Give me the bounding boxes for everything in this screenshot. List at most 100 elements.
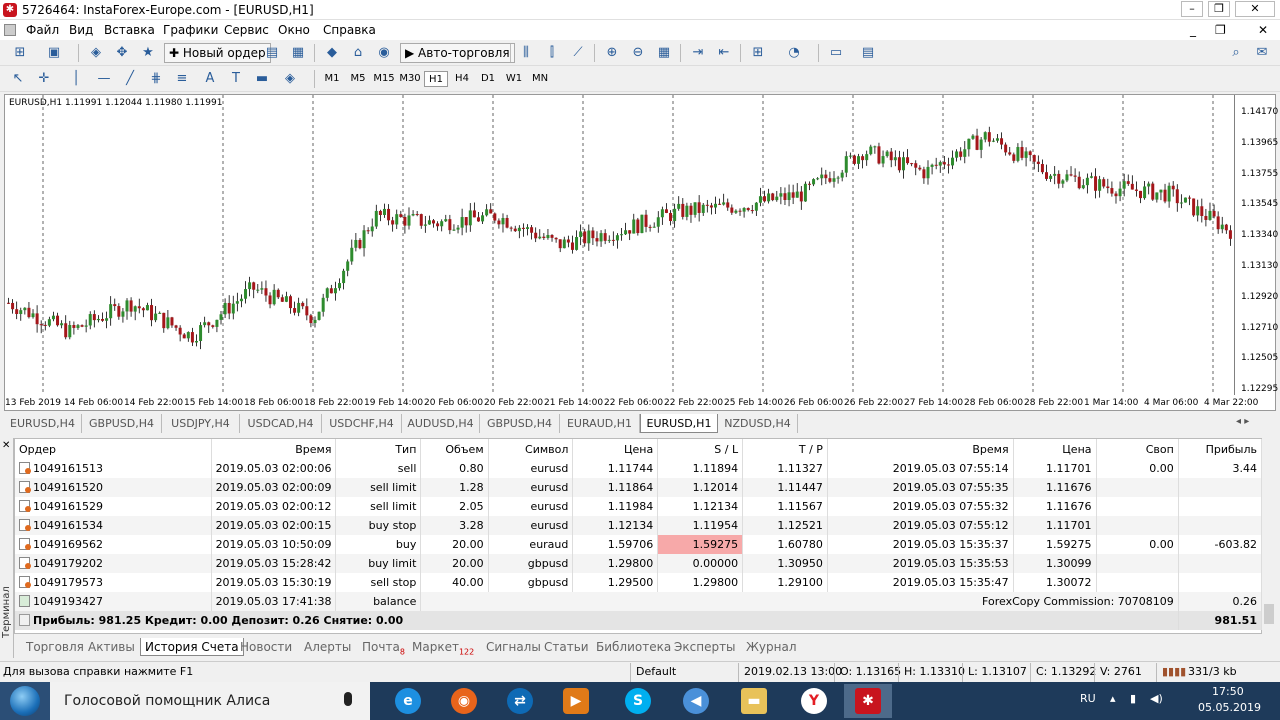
- crosshair-icon[interactable]: ✛: [34, 70, 54, 88]
- chart-tab[interactable]: EURUSD,H4: [4, 414, 82, 433]
- table-row[interactable]: 1049161534 2019.05.03 02:00:15 buy stop 3.2…: [15, 516, 1263, 535]
- column-header[interactable]: Время: [827, 439, 1014, 459]
- column-header[interactable]: Объем: [420, 439, 489, 459]
- tf-h4[interactable]: H4: [450, 71, 474, 87]
- terminal-tab[interactable]: Торговля: [22, 638, 88, 656]
- yandex-browser-taskbar-icon[interactable]: Y: [790, 684, 838, 718]
- table-row[interactable]: 1049161529 2019.05.03 02:00:12 sell limit 2…: [15, 497, 1263, 516]
- network-icon[interactable]: ▮: [1130, 692, 1136, 705]
- voice-assistant-search[interactable]: Голосовой помощник Алиса: [50, 682, 370, 720]
- vertical-line-icon[interactable]: │: [66, 70, 86, 88]
- terminal-tab[interactable]: Библиотека: [592, 638, 675, 656]
- menu-charts[interactable]: Графики: [163, 23, 218, 37]
- new-order-button[interactable]: ✚ Новый ордер: [164, 43, 271, 63]
- column-header[interactable]: Тип: [335, 439, 422, 459]
- ie-taskbar-icon[interactable]: e: [384, 684, 432, 718]
- table-row[interactable]: 1049161520 2019.05.03 02:00:09 sell limit 1…: [15, 478, 1263, 497]
- trendline-icon[interactable]: ╱: [120, 70, 140, 88]
- fibonacci-icon[interactable]: ≡: [172, 70, 192, 88]
- chart-window-icon[interactable]: [4, 24, 16, 36]
- bar-chart-icon[interactable]: ⫼: [516, 44, 536, 62]
- tf-m30[interactable]: M30: [398, 71, 422, 87]
- terminal-tab[interactable]: Статьи: [540, 638, 593, 656]
- terminal-tab[interactable]: Маркет122: [408, 638, 478, 656]
- search-icon[interactable]: ⌕: [1226, 44, 1246, 62]
- minimize-doc-button[interactable]: _: [1190, 23, 1196, 37]
- vertical-scrollbar[interactable]: [1262, 438, 1276, 634]
- zoom-in-icon[interactable]: ⊕: [602, 44, 622, 62]
- tf-mn[interactable]: MN: [528, 71, 552, 87]
- new-chart-icon[interactable]: ⊞: [10, 44, 30, 62]
- tile-windows-icon[interactable]: ▦: [654, 44, 674, 62]
- close-doc-button[interactable]: ✕: [1258, 23, 1268, 37]
- rectangle-icon[interactable]: ▬: [252, 70, 272, 88]
- close-button[interactable]: ✕: [1235, 1, 1275, 17]
- menu-insert[interactable]: Вставка: [104, 23, 155, 37]
- tf-m5[interactable]: M5: [346, 71, 370, 87]
- chart-tab[interactable]: EURAUD,H1: [560, 414, 640, 433]
- metatrader-taskbar-icon[interactable]: ✱: [844, 684, 892, 718]
- chart-tab[interactable]: NZDUSD,H4: [718, 414, 798, 433]
- tabs-scroll-arrows[interactable]: ◂ ▸: [1236, 416, 1249, 427]
- terminal-tab[interactable]: Сигналы: [482, 638, 545, 656]
- candlestick-icon[interactable]: ⫿: [542, 44, 562, 62]
- tf-m15[interactable]: M15: [372, 71, 396, 87]
- menu-window[interactable]: Окно: [278, 23, 310, 37]
- autoscroll-icon[interactable]: ⇥: [688, 44, 708, 62]
- terminal-tab[interactable]: Эксперты: [670, 638, 740, 656]
- language-indicator[interactable]: RU: [1080, 692, 1096, 705]
- terminal-tab[interactable]: Новости: [236, 638, 296, 656]
- terminal-tab[interactable]: Алерты: [300, 638, 355, 656]
- tf-m1[interactable]: M1: [320, 71, 344, 87]
- firefox-taskbar-icon[interactable]: ◉: [440, 684, 488, 718]
- column-header[interactable]: T / P: [742, 439, 828, 459]
- price-chart[interactable]: EURUSD,H1 1.11991 1.12044 1.11980 1.1199…: [4, 94, 1278, 411]
- tf-h1[interactable]: H1: [424, 71, 448, 87]
- cursor-icon[interactable]: ↖: [8, 70, 28, 88]
- chart-tab[interactable]: USDCAD,H4: [240, 414, 322, 433]
- metaeditor-icon[interactable]: ▤: [262, 44, 282, 62]
- periods-icon[interactable]: ◔: [784, 44, 804, 62]
- zoom-out-icon[interactable]: ⊖: [628, 44, 648, 62]
- minimize-button[interactable]: –: [1181, 1, 1203, 17]
- chart-tab[interactable]: GBPUSD,H4: [82, 414, 162, 433]
- sound-taskbar-icon[interactable]: ◀: [672, 684, 720, 718]
- column-header[interactable]: Цена: [572, 439, 659, 459]
- label-icon[interactable]: T: [226, 70, 246, 88]
- shapes-icon[interactable]: ◈: [280, 70, 300, 88]
- terminal-tab[interactable]: Активы: [84, 638, 139, 656]
- text-icon[interactable]: A: [200, 70, 220, 88]
- navigator-icon[interactable]: ✥: [112, 44, 132, 62]
- column-header[interactable]: Прибыль: [1178, 439, 1263, 459]
- terminal-tab[interactable]: Журнал: [742, 638, 801, 656]
- chart-tab[interactable]: GBPUSD,H4: [480, 414, 560, 433]
- column-header[interactable]: Ордер: [15, 439, 212, 459]
- table-row[interactable]: 1049161513 2019.05.03 02:00:06 sell 0.80 eur…: [15, 459, 1263, 478]
- restore-button[interactable]: ❐: [1208, 1, 1230, 17]
- scroll-thumb[interactable]: [1264, 604, 1274, 624]
- tray-arrow-icon[interactable]: ▴: [1110, 692, 1116, 705]
- templates-icon[interactable]: ▭: [826, 44, 846, 62]
- column-header[interactable]: Своп: [1096, 439, 1179, 459]
- menu-help[interactable]: Справка: [323, 23, 376, 37]
- menu-view[interactable]: Вид: [69, 23, 93, 37]
- chart-tab[interactable]: USDJPY,H4: [162, 414, 240, 433]
- column-header[interactable]: Символ: [488, 439, 574, 459]
- media-player-taskbar-icon[interactable]: ▶: [552, 684, 600, 718]
- table-row[interactable]: 1049169562 2019.05.03 10:50:09 buy 20.00 eur…: [15, 535, 1263, 554]
- column-header[interactable]: Цена: [1013, 439, 1097, 459]
- terminal-tab[interactable]: История Счета: [140, 638, 244, 656]
- skype-taskbar-icon[interactable]: S: [614, 684, 662, 718]
- terminal-tab[interactable]: Почта8: [358, 638, 409, 656]
- close-terminal-icon[interactable]: ✕: [2, 440, 10, 451]
- tf-d1[interactable]: D1: [476, 71, 500, 87]
- restore-doc-button[interactable]: ❐: [1215, 23, 1226, 37]
- signals-icon[interactable]: ◆: [322, 44, 342, 62]
- chart-tab-active[interactable]: EURUSD,H1: [640, 414, 718, 433]
- terminal-icon[interactable]: ▦: [288, 44, 308, 62]
- horizontal-line-icon[interactable]: —: [94, 70, 114, 88]
- table-row[interactable]: 1049179573 2019.05.03 15:30:19 sell stop 40…: [15, 573, 1263, 592]
- indicators-icon[interactable]: ⊞: [748, 44, 768, 62]
- start-button[interactable]: [0, 682, 50, 720]
- line-chart-icon[interactable]: ⟋: [568, 44, 588, 62]
